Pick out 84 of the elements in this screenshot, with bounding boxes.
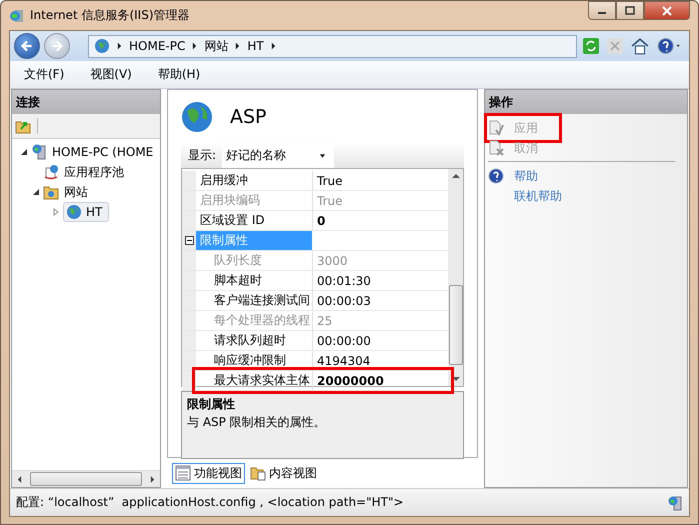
property-name: 启用缓冲 xyxy=(196,171,313,190)
back-button[interactable] xyxy=(14,33,40,59)
tree-item[interactable]: 应用程序池 xyxy=(62,162,126,182)
property-name: 队列长度 xyxy=(196,251,313,270)
breadcrumb-item[interactable]: HOME-PC xyxy=(129,39,186,53)
document-check-icon xyxy=(488,120,504,136)
display-label: 显示: xyxy=(188,147,216,164)
tree-item[interactable]: 网站 xyxy=(62,182,90,202)
property-name: 客户端连接测试间 xyxy=(196,291,313,310)
view-tab[interactable]: 功能视图 xyxy=(172,462,245,484)
scroll-down-icon[interactable] xyxy=(452,377,460,381)
display-dropdown[interactable]: 好记的名称 xyxy=(222,144,334,168)
property-name: 启用块编码 xyxy=(196,191,313,210)
description-text: 与 ASP 限制相关的属性。 xyxy=(187,414,327,431)
close-button[interactable] xyxy=(644,1,690,20)
property-name: 请求队列超时 xyxy=(196,331,313,350)
collapse-icon[interactable] xyxy=(184,236,194,245)
chevron-icon xyxy=(192,42,198,50)
globe-icon xyxy=(181,100,213,132)
property-value[interactable]: 00:00:03 xyxy=(313,291,448,310)
list-view-icon xyxy=(175,465,191,481)
scroll-left-icon[interactable] xyxy=(17,476,22,482)
globe-icon xyxy=(94,38,110,54)
maximize-icon xyxy=(625,6,635,16)
property-name: 响应缓冲限制 xyxy=(196,351,313,370)
address-bar[interactable]: HOME-PC 网站 HT xyxy=(88,34,577,58)
server-icon xyxy=(31,144,47,160)
scroll-thumb[interactable] xyxy=(448,285,462,365)
property-name: 每个处理器的线程 xyxy=(196,311,313,330)
refresh-button[interactable] xyxy=(581,38,601,54)
caret-icon xyxy=(319,154,326,158)
property-name: 区域设置 ID xyxy=(196,211,313,230)
scroll-up-icon[interactable] xyxy=(452,174,460,178)
property-value[interactable]: 00:01:30 xyxy=(313,271,448,290)
panel-header: 连接 xyxy=(12,90,160,114)
stop-icon xyxy=(607,38,623,54)
property-name: 最大请求实体主体 xyxy=(196,371,313,390)
breadcrumb-item[interactable]: HT xyxy=(247,39,264,53)
collapse-arrow-icon[interactable] xyxy=(20,148,28,156)
minimize-button[interactable] xyxy=(588,1,616,20)
minimize-icon xyxy=(598,12,606,14)
status-text: 配置: “localhost” applicationHost.config , <location path="HT"> xyxy=(16,494,404,511)
description-title: 限制属性 xyxy=(187,396,236,413)
horizontal-scrollbar[interactable] xyxy=(12,470,160,487)
property-name: 脚本超时 xyxy=(196,271,313,290)
property-value[interactable]: 0 xyxy=(313,211,448,230)
scroll-thumb[interactable] xyxy=(30,472,142,486)
view-tab[interactable]: 内容视图 xyxy=(247,462,320,484)
collapse-arrow-icon[interactable] xyxy=(32,188,40,196)
panel-header: 操作 xyxy=(485,90,687,114)
chevron-icon xyxy=(235,42,240,50)
folder-icon xyxy=(43,184,59,200)
help-icon xyxy=(488,168,504,184)
vertical-scrollbar[interactable] xyxy=(448,169,463,386)
document-x-icon xyxy=(488,140,504,156)
home-button[interactable] xyxy=(629,37,651,55)
property-value[interactable]: True xyxy=(313,171,448,190)
home-icon xyxy=(631,37,649,55)
property-value[interactable]: 4194304 xyxy=(313,351,448,370)
action-link[interactable]: 帮助 xyxy=(514,168,538,184)
property-value[interactable]: 20000000 xyxy=(313,371,448,390)
chevron-icon xyxy=(117,42,122,50)
menu-item[interactable]: 帮助(H) xyxy=(158,66,200,83)
folder-icon xyxy=(250,465,266,481)
expand-arrow-icon[interactable] xyxy=(52,208,60,216)
scroll-right-icon[interactable] xyxy=(150,476,155,482)
menu-item[interactable]: 视图(V) xyxy=(90,66,132,83)
globe-icon xyxy=(66,204,82,220)
maximize-button[interactable] xyxy=(616,1,644,20)
refresh-icon xyxy=(583,38,599,54)
app-pool-icon xyxy=(43,164,59,180)
app-icon xyxy=(9,8,25,24)
server-icon xyxy=(667,494,683,510)
tree-item[interactable]: HOME-PC (HOME xyxy=(50,144,156,160)
feature-title: ASP xyxy=(230,106,267,128)
chevron-icon xyxy=(270,42,276,50)
property-value[interactable]: 00:00:00 xyxy=(313,331,448,350)
action-link[interactable]: 联机帮助 xyxy=(514,188,562,204)
window-title: Internet 信息服务(IIS)管理器 xyxy=(30,7,190,24)
tree-item[interactable]: HT xyxy=(63,202,110,222)
forward-button[interactable] xyxy=(44,33,70,59)
breadcrumb-item[interactable]: 网站 xyxy=(204,38,228,54)
menu-item[interactable]: 文件(F) xyxy=(24,66,64,83)
close-icon xyxy=(662,6,672,16)
